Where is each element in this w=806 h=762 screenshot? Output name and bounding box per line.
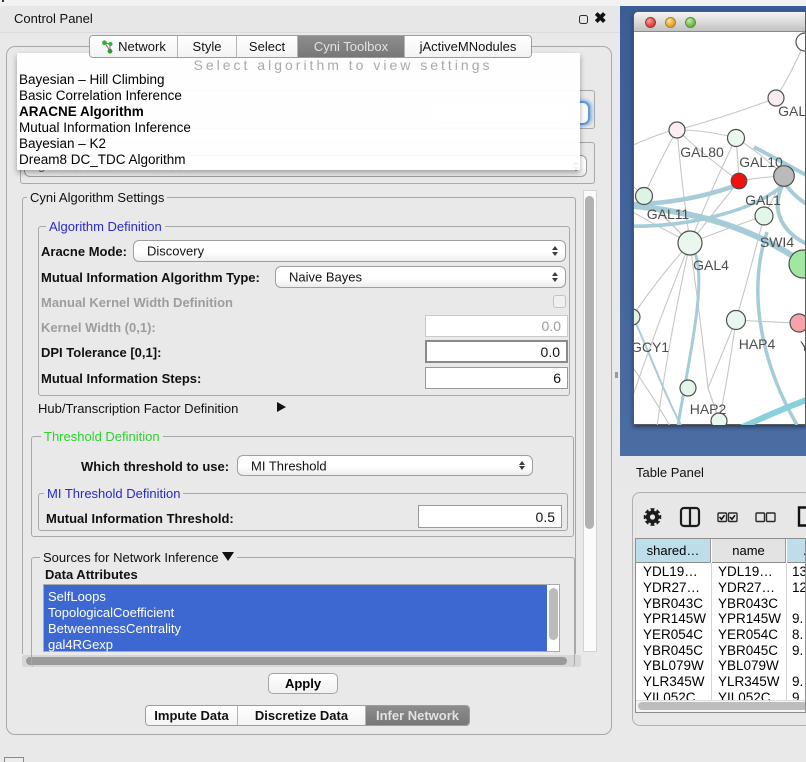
svg-text:HAP2: HAP2 [690, 401, 727, 417]
svg-text:YJ: YJ [800, 338, 805, 354]
svg-text:SWI4: SWI4 [760, 234, 794, 250]
svg-text:GCY1: GCY1 [634, 339, 669, 355]
svg-text:GAL2: GAL2 [778, 103, 805, 119]
svg-text:GAL80: GAL80 [680, 144, 724, 160]
svg-text:HAP4: HAP4 [739, 336, 776, 352]
svg-text:GAL11: GAL11 [647, 206, 690, 222]
svg-text:GAL10: GAL10 [739, 154, 783, 170]
svg-text:GAL1: GAL1 [745, 192, 781, 208]
svg-text:GAL4: GAL4 [693, 257, 729, 273]
